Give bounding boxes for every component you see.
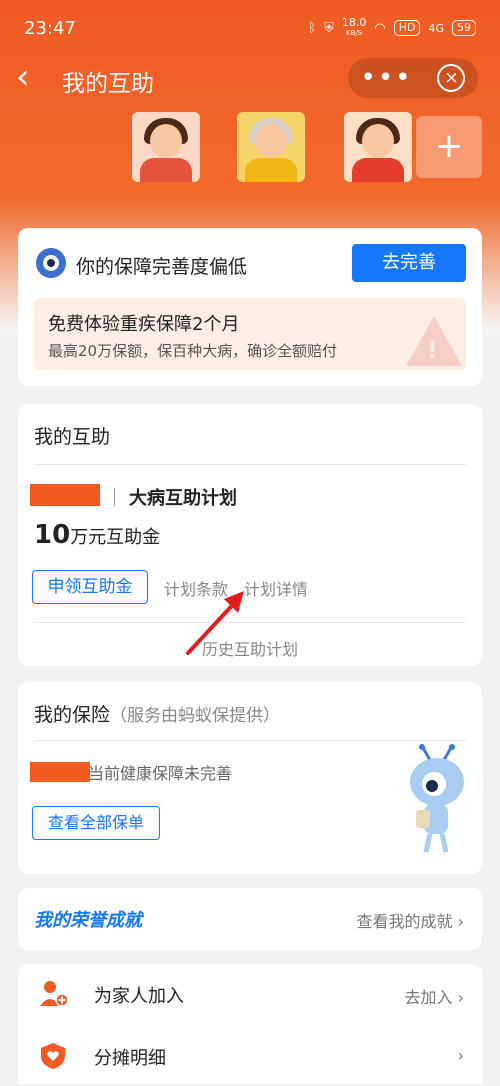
warning-mark-icon: !	[427, 336, 438, 364]
add-member-button[interactable]: +	[416, 116, 482, 178]
redacted-name	[30, 762, 90, 782]
add-user-icon	[40, 981, 68, 1007]
page-title: 我的互助	[62, 71, 154, 97]
promo-desc: 最高20万保额，保百种大病，确诊全额赔付	[48, 342, 338, 360]
improve-button[interactable]: 去完善	[352, 244, 466, 282]
status-icons: ᛒ ⛨ 18.0 KB/S ◠ HD 4G 59	[308, 16, 476, 38]
honor-title: 我的荣誉成就	[34, 910, 142, 931]
promo-banner[interactable]: 免费体验重疾保障2个月 最高20万保额，保百种大病，确诊全额赔付 !	[34, 298, 466, 370]
status-time: 23:47	[24, 18, 76, 39]
divider	[34, 464, 466, 465]
hd-icon: HD	[393, 20, 421, 36]
wifi-icon: ◠	[374, 20, 386, 36]
redacted-name	[30, 484, 100, 506]
plan-name: 大病互助计划	[114, 484, 237, 510]
chevron-right-icon: ›	[457, 912, 464, 931]
menu-item-label: 为家人加入	[94, 986, 184, 1007]
mutual-aid-title: 我的互助	[34, 426, 111, 448]
signal-icon: 4G	[428, 21, 444, 35]
menu-item-cost-sharing[interactable]: 分摊明细 ›	[18, 1026, 482, 1086]
insurance-card: 我的保险（服务由蚂蚁保提供） 当前健康保障未完善 查看全部保单	[18, 682, 482, 874]
battery-icon: 59	[452, 20, 476, 36]
menu-item-family-join[interactable]: 为家人加入 去加入 ›	[18, 964, 482, 1024]
history-plans-link[interactable]: 历史互助计划	[18, 636, 482, 660]
robot-icon	[36, 248, 66, 278]
menu-card: 为家人加入 去加入 › 分摊明细 ›	[18, 964, 482, 1084]
menu-item-action: 去加入 ›	[404, 988, 465, 1007]
mini-program-capsule: ••• ×	[348, 58, 478, 98]
coverage-message: 你的保障完善度偏低	[76, 256, 248, 278]
heart-shield-icon	[41, 1043, 65, 1069]
honor-card[interactable]: 我的荣誉成就 查看我的成就 ›	[18, 888, 482, 950]
plan-details-link[interactable]: 计划详情	[244, 576, 308, 600]
aid-amount: 10万元互助金	[34, 520, 161, 550]
view-achievements-link[interactable]: 查看我的成就 ›	[356, 908, 464, 932]
avatar-grandparent[interactable]	[237, 112, 305, 182]
divider	[34, 622, 466, 623]
mutual-aid-card: 我的互助 大病互助计划 10万元互助金 申领互助金 计划条款 计划详情 历史互助…	[18, 404, 482, 666]
chevron-right-icon: ›	[457, 1046, 464, 1065]
ant-mascot-icon	[410, 744, 464, 853]
divider	[34, 740, 466, 741]
avatar-woman[interactable]	[132, 112, 200, 182]
insurance-title: 我的保险（服务由蚂蚁保提供）	[34, 704, 281, 726]
shield-icon: ⛨	[324, 20, 334, 36]
more-dots-icon[interactable]: •••	[360, 65, 412, 91]
health-status-text: 当前健康保障未完善	[88, 764, 233, 783]
nav-bar: ‹ 我的互助 ••• ×	[0, 50, 500, 110]
family-avatars: +	[0, 112, 500, 188]
back-icon[interactable]: ‹	[16, 60, 30, 94]
coverage-card: 你的保障完善度偏低 去完善 免费体验重疾保障2个月 最高20万保额，保百种大病，…	[18, 228, 482, 386]
avatar-child[interactable]	[344, 112, 412, 182]
view-all-policies-button[interactable]: 查看全部保单	[32, 806, 160, 840]
annotation-arrow-icon	[186, 591, 244, 655]
bluetooth-icon: ᛒ	[308, 20, 317, 36]
status-bar: 23:47 ᛒ ⛨ 18.0 KB/S ◠ HD 4G 59	[0, 0, 500, 44]
apply-aid-button[interactable]: 申领互助金	[32, 570, 148, 604]
close-icon[interactable]: ×	[437, 64, 466, 92]
promo-title: 免费体验重疾保障2个月	[48, 314, 240, 335]
network-speed: 18.0 KB/S	[341, 16, 367, 37]
menu-item-label: 分摊明细	[94, 1048, 166, 1069]
